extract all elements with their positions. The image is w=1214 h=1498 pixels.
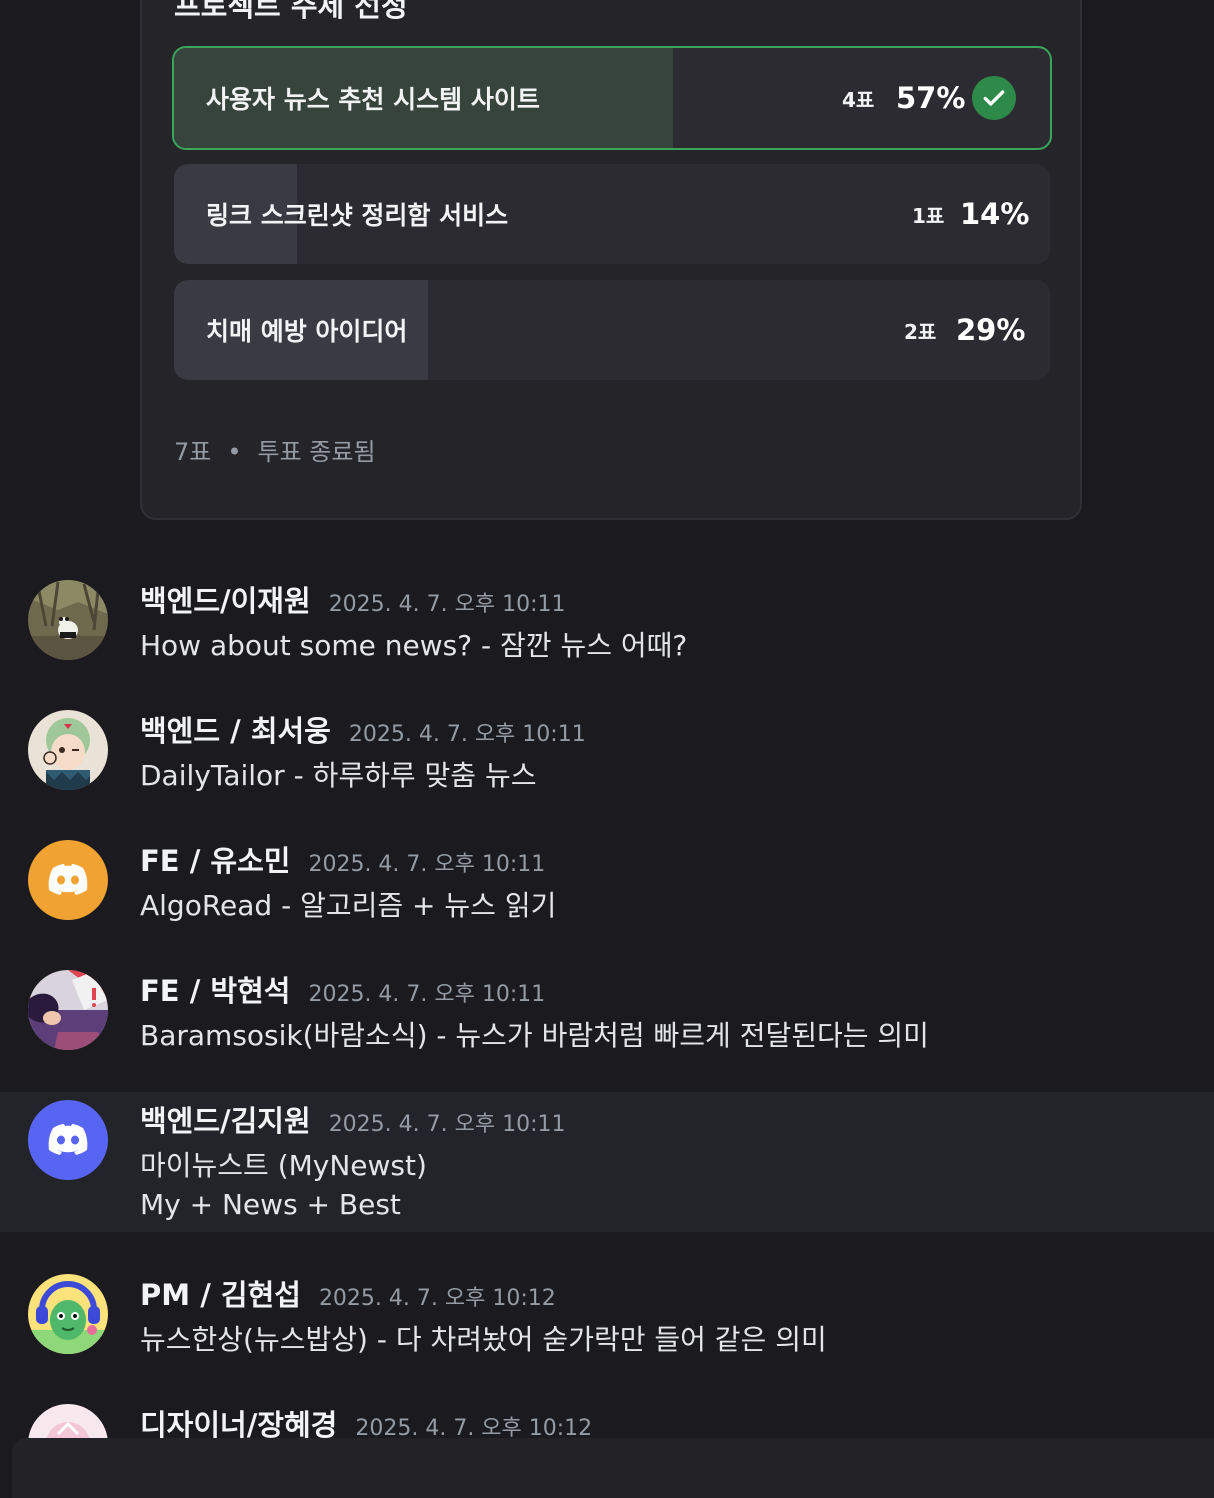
- poll-option-3[interactable]: 치매 예방 아이디어 2표 29%: [174, 280, 1050, 380]
- poll-option-percent: 29%: [956, 313, 1026, 347]
- poll-option-votes: 1표: [912, 203, 945, 228]
- author-name[interactable]: 백엔드/이재원: [140, 578, 311, 620]
- poll-option-label: 링크 스크린샷 정리함 서비스: [206, 201, 509, 230]
- timestamp: 2025. 4. 7. 오후 10:11: [308, 982, 546, 1007]
- message-text: 마이뉴스트 (MyNewst): [140, 1149, 427, 1182]
- author-name[interactable]: FE / 박현석: [140, 968, 290, 1010]
- timestamp: 2025. 4. 7. 오후 10:12: [318, 1286, 556, 1311]
- poll-option-label: 치매 예방 아이디어: [206, 317, 408, 346]
- message[interactable]: FE / 유소민 2025. 4. 7. 오후 10:11 AlgoRead -…: [0, 820, 1214, 940]
- message[interactable]: 백엔드/김지원 2025. 4. 7. 오후 10:11 마이뉴스트 (MyNe…: [0, 1092, 1214, 1232]
- poll-question: 프로젝트 주제 선정: [174, 0, 408, 23]
- avatar[interactable]: [28, 580, 108, 660]
- timestamp: 2025. 4. 7. 오후 10:11: [328, 1112, 566, 1137]
- message[interactable]: FE / 박현석 2025. 4. 7. 오후 10:11 Baramsosik…: [0, 950, 1214, 1070]
- message-text: AlgoRead - 알고리즘 + 뉴스 읽기: [140, 889, 557, 922]
- poll-option-2[interactable]: 링크 스크린샷 정리함 서비스 1표 14%: [174, 164, 1050, 264]
- message-header: 백엔드/김지원 2025. 4. 7. 오후 10:11: [140, 1098, 566, 1140]
- message-header: 백엔드 / 최서웅 2025. 4. 7. 오후 10:11: [140, 708, 586, 750]
- poll-option-percent: 57%: [896, 81, 966, 115]
- avatar[interactable]: [28, 710, 108, 790]
- timestamp: 2025. 4. 7. 오후 10:11: [328, 592, 566, 617]
- message[interactable]: PM / 김현섭 2025. 4. 7. 오후 10:12 뉴스한상(뉴스밥상)…: [0, 1254, 1214, 1374]
- author-name[interactable]: FE / 유소민: [140, 838, 290, 880]
- poll-option-label: 사용자 뉴스 추천 시스템 사이트: [206, 85, 540, 114]
- poll-option-1[interactable]: 사용자 뉴스 추천 시스템 사이트 4표 57%: [172, 46, 1052, 150]
- author-name[interactable]: PM / 김현섭: [140, 1272, 301, 1314]
- check-icon: [972, 76, 1016, 120]
- message-header: FE / 박현석 2025. 4. 7. 오후 10:11: [140, 968, 545, 1010]
- discord-icon[interactable]: [28, 1100, 108, 1180]
- message-header: PM / 김현섭 2025. 4. 7. 오후 10:12: [140, 1272, 556, 1314]
- poll-footer: 7표 • 투표 종료됨: [174, 432, 376, 467]
- poll-status: 투표 종료됨: [257, 438, 376, 466]
- timestamp: 2025. 4. 7. 오후 10:11: [308, 852, 546, 877]
- message-text: My + News + Best: [140, 1188, 401, 1221]
- message-header: FE / 유소민 2025. 4. 7. 오후 10:11: [140, 838, 545, 880]
- poll-option-percent: 14%: [960, 197, 1030, 231]
- author-name[interactable]: 백엔드/김지원: [140, 1098, 311, 1140]
- avatar[interactable]: [28, 1274, 108, 1354]
- message-text: Baramsosik(바람소식) - 뉴스가 바람처럼 빠르게 전달된다는 의미: [140, 1019, 929, 1052]
- message-input-bar[interactable]: [12, 1438, 1214, 1498]
- message-header: 백엔드/이재원 2025. 4. 7. 오후 10:11: [140, 578, 566, 620]
- discord-icon[interactable]: [28, 840, 108, 920]
- poll-total-votes: 7표: [174, 438, 212, 466]
- message-text: 뉴스한상(뉴스밥상) - 다 차려놨어 숟가락만 들어 같은 의미: [140, 1323, 827, 1356]
- poll-option-votes: 4표: [842, 87, 875, 112]
- author-name[interactable]: 백엔드 / 최서웅: [140, 708, 331, 750]
- message-text: DailyTailor - 하루하루 맞춤 뉴스: [140, 759, 537, 792]
- poll-separator: •: [227, 438, 242, 466]
- message-text: How about some news? - 잠깐 뉴스 어때?: [140, 629, 688, 662]
- timestamp: 2025. 4. 7. 오후 10:11: [348, 722, 586, 747]
- message[interactable]: 백엔드/이재원 2025. 4. 7. 오후 10:11 How about s…: [0, 560, 1214, 680]
- message[interactable]: 백엔드 / 최서웅 2025. 4. 7. 오후 10:11 DailyTail…: [0, 690, 1214, 810]
- poll-option-votes: 2표: [904, 319, 937, 344]
- avatar[interactable]: [28, 970, 108, 1050]
